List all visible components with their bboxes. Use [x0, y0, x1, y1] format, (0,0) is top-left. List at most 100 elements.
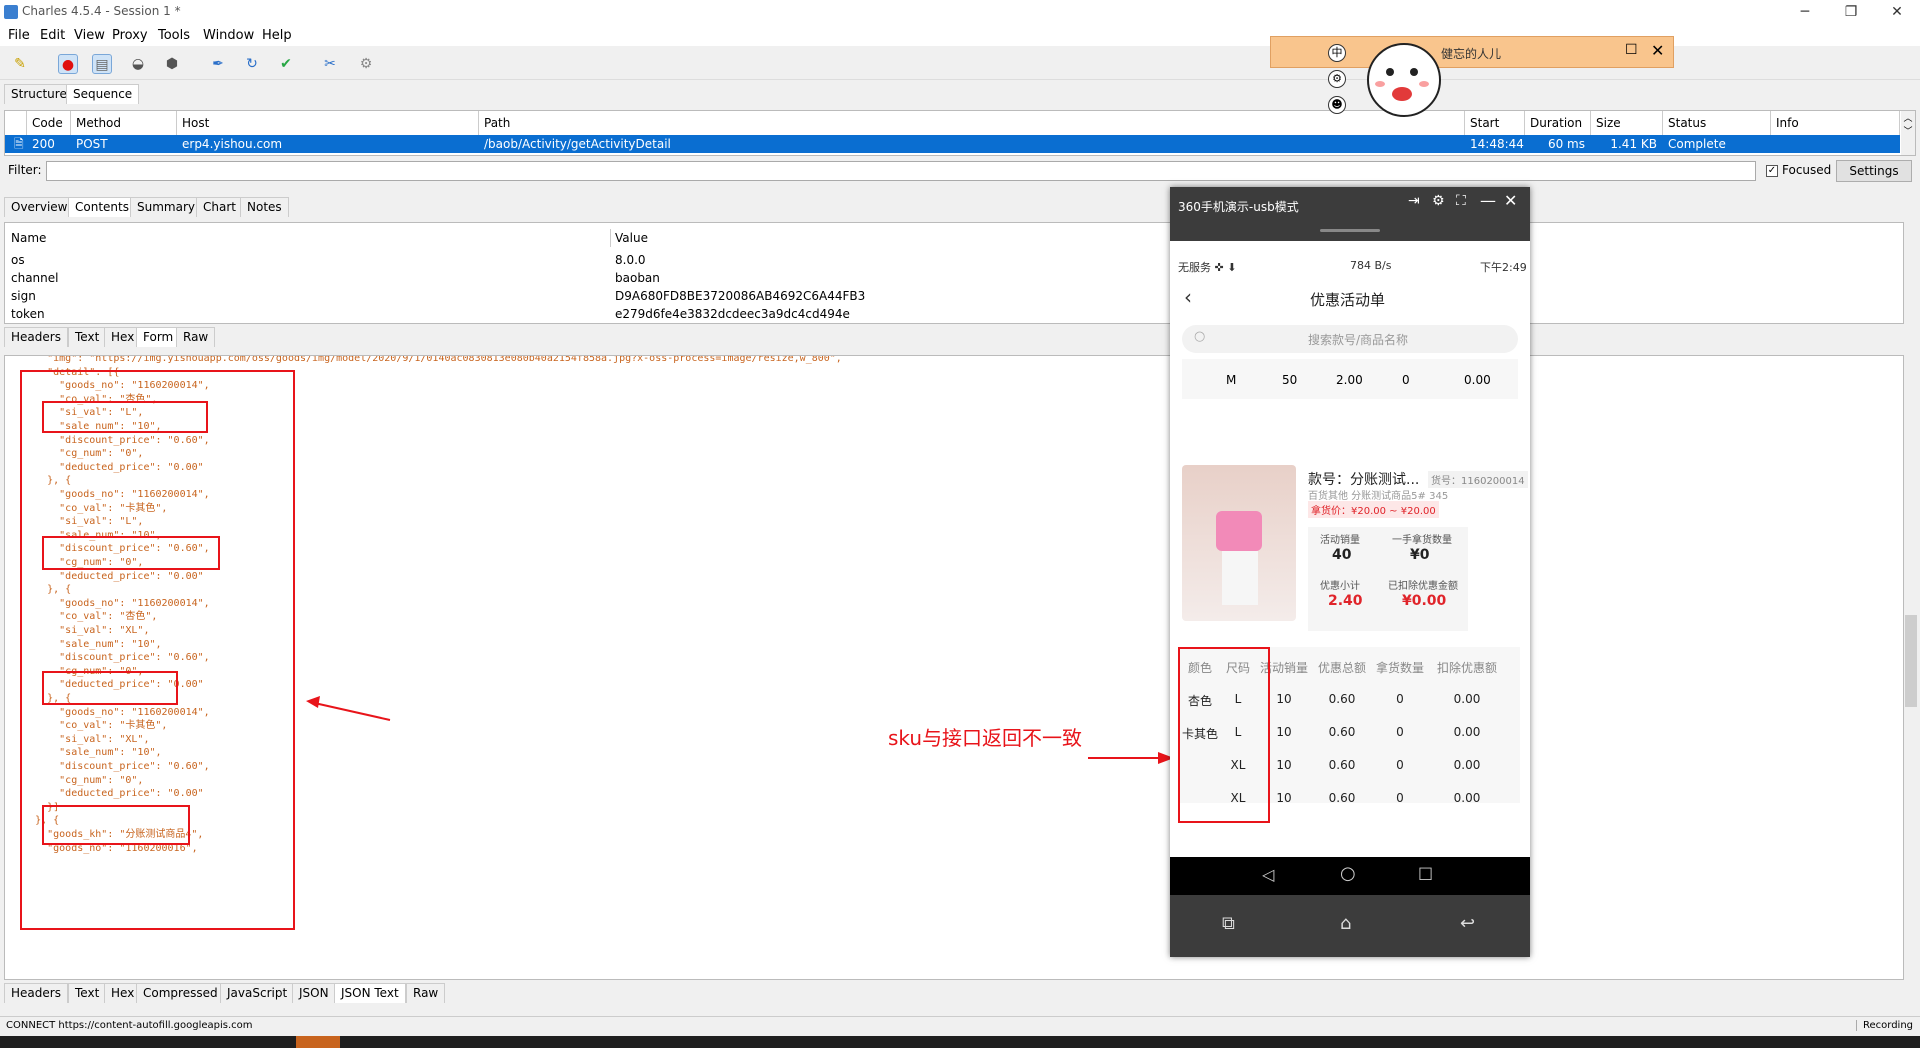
tab-req-raw[interactable]: Raw — [176, 327, 216, 347]
sku-cell: 0.00 — [1453, 692, 1481, 706]
tab-req-text[interactable]: Text — [68, 327, 107, 347]
json-scrollbar[interactable] — [1904, 355, 1918, 980]
tab-res-json-text[interactable]: JSON Text — [334, 983, 406, 1003]
tab-req-form[interactable]: Form — [136, 327, 181, 347]
json-scrollbar-thumb[interactable] — [1905, 615, 1917, 707]
highlight-sku-2 — [42, 536, 220, 570]
sku-cell: 0 — [1396, 758, 1404, 772]
minimize-icon[interactable]: ─ — [1782, 0, 1828, 26]
drag-handle[interactable] — [1320, 229, 1380, 232]
sku-cell: 0 — [1396, 725, 1404, 739]
android-recents-icon[interactable]: □ — [1418, 863, 1433, 882]
title-bar: Charles 4.5.4 - Session 1 * ─ ❐ ✕ — [0, 0, 1920, 26]
tab-res-headers[interactable]: Headers — [4, 983, 68, 1003]
table-row-selected[interactable]: 🗎 200 POST erp4.yishou.com /baob/Activit… — [5, 135, 1900, 153]
repeat-icon[interactable]: ↻ — [242, 54, 262, 74]
android-back-icon[interactable]: ◁ — [1262, 865, 1274, 884]
column-status[interactable]: Status — [1663, 111, 1771, 135]
tab-res-json[interactable]: JSON — [292, 983, 336, 1003]
charles-app-icon — [4, 5, 18, 19]
status-text: CONNECT https://content-autofill.googlea… — [6, 1020, 253, 1031]
tools-icon[interactable]: ✂ — [320, 54, 340, 74]
settings-gear-icon[interactable]: ⚙ — [356, 54, 376, 74]
param-value-os: 8.0.0 — [615, 253, 646, 267]
menu-window[interactable]: Window — [203, 28, 254, 43]
sku-cell: 0.00 — [1453, 725, 1481, 739]
product-price-tag: 拿货价：¥20.00 ~ ¥20.00 — [1308, 501, 1439, 518]
back-chevron-icon[interactable]: ‹ — [1184, 285, 1192, 309]
column-duration[interactable]: Duration — [1525, 111, 1591, 135]
tab-structure[interactable]: Structure — [4, 84, 74, 104]
column-code[interactable]: Code — [27, 111, 71, 135]
mirror-back-icon[interactable]: ↩ — [1460, 913, 1475, 934]
mirror-home-icon[interactable]: ⌂ — [1340, 913, 1351, 934]
phone-mirror-window: 360手机演示-usb模式 ⇥ ⚙ ⛶ — ✕ 无服务 ✜ ⬇ 784 B/s … — [1170, 187, 1530, 957]
column-size[interactable]: Size — [1591, 111, 1663, 135]
menu-proxy[interactable]: Proxy — [112, 28, 148, 43]
turtle-icon[interactable]: ◒ — [128, 54, 148, 74]
sequence-table: Code Method Host Path Start Duration Siz… — [4, 110, 1916, 156]
product-image[interactable] — [1182, 465, 1296, 621]
stat-label-subtotal: 优惠小计 — [1320, 581, 1360, 592]
column-method[interactable]: Method — [71, 111, 177, 135]
validate-check-icon[interactable]: ✔ — [276, 54, 296, 74]
stat-label-deducted: 已扣除优惠金额 — [1388, 581, 1458, 592]
tab-req-headers[interactable]: Headers — [4, 327, 68, 347]
menu-tools[interactable]: Tools — [158, 28, 190, 43]
fullscreen-icon[interactable]: ⛶ — [1456, 193, 1466, 209]
taskbar-app-charles[interactable] — [296, 1036, 340, 1048]
param-value-sign: D9A680FD8BE3720086AB4692C6A44FB3 — [615, 289, 866, 303]
column-path[interactable]: Path — [479, 111, 1465, 135]
phone-search-bar[interactable]: ○ 搜索款号/商品名称 — [1182, 325, 1518, 353]
stat-label-first-hand: 一手拿货数量 — [1392, 535, 1452, 546]
focused-checkbox[interactable]: ✓ — [1766, 165, 1778, 177]
ime-chinese-icon[interactable]: 中 — [1328, 44, 1346, 62]
throttle-icon[interactable]: ▤ — [92, 54, 112, 74]
menu-help[interactable]: Help — [262, 28, 292, 43]
settings-button[interactable]: Settings — [1836, 160, 1912, 182]
tab-contents[interactable]: Contents — [68, 197, 136, 217]
phone-minimize-icon[interactable]: — — [1480, 191, 1496, 210]
tab-res-compressed[interactable]: Compressed — [136, 983, 225, 1003]
notification-maximize-icon[interactable]: ☐ — [1625, 42, 1638, 58]
maximize-icon[interactable]: ❐ — [1828, 0, 1874, 26]
tab-res-text[interactable]: Text — [68, 983, 107, 1003]
json-line: "img": "https://img.yishouapp.com/oss/go… — [11, 355, 842, 364]
tab-summary[interactable]: Summary — [130, 197, 202, 217]
sku-cell: 0.60 — [1328, 758, 1356, 772]
compose-pen-icon[interactable]: ✒ — [208, 54, 228, 74]
column-info[interactable]: Info — [1771, 111, 1900, 135]
breakpoint-icon[interactable]: ⬢ — [162, 54, 182, 74]
tab-res-raw[interactable]: Raw — [406, 983, 446, 1003]
row-code: 200 — [32, 137, 55, 151]
notification-close-icon[interactable]: ✕ — [1651, 41, 1664, 60]
close-icon[interactable]: ✕ — [1874, 0, 1920, 26]
sku-highlight-box — [1178, 647, 1270, 823]
ime-settings-icon[interactable]: ⚙ — [1328, 70, 1346, 88]
table-scrollbar[interactable]: ︿ ﹀ — [1901, 111, 1915, 155]
column-host[interactable]: Host — [177, 111, 479, 135]
phone-settings-icon[interactable]: ⚙ — [1432, 193, 1445, 209]
ime-skin-icon[interactable]: ☻ — [1328, 96, 1346, 114]
tab-notes[interactable]: Notes — [240, 197, 289, 217]
tab-sequence[interactable]: Sequence — [66, 84, 140, 104]
row-size: 1.41 KB — [1610, 137, 1657, 151]
mirror-recents-icon[interactable]: ⧉ — [1222, 913, 1235, 934]
menu-file[interactable]: File — [8, 28, 30, 43]
column-start[interactable]: Start — [1465, 111, 1525, 135]
tab-chart[interactable]: Chart — [196, 197, 243, 217]
menu-edit[interactable]: Edit — [40, 28, 65, 43]
tab-overview[interactable]: Overview — [4, 197, 75, 217]
broom-clear-icon[interactable]: ✎ — [10, 54, 30, 74]
pin-icon[interactable]: ⇥ — [1408, 193, 1420, 209]
record-icon[interactable]: ● — [58, 54, 78, 74]
row-path: /baob/Activity/getActivityDetail — [484, 137, 671, 151]
menu-view[interactable]: View — [74, 28, 105, 43]
stat-value-deducted: ¥0.00 — [1402, 593, 1447, 609]
status-bar: CONNECT https://content-autofill.googlea… — [0, 1016, 1920, 1036]
android-home-icon[interactable]: ○ — [1340, 863, 1356, 884]
phone-window-header: 360手机演示-usb模式 ⇥ ⚙ ⛶ — ✕ — [1170, 187, 1530, 241]
phone-close-icon[interactable]: ✕ — [1504, 191, 1517, 210]
tab-res-javascript[interactable]: JavaScript — [220, 983, 295, 1003]
filter-input[interactable] — [46, 161, 1756, 181]
